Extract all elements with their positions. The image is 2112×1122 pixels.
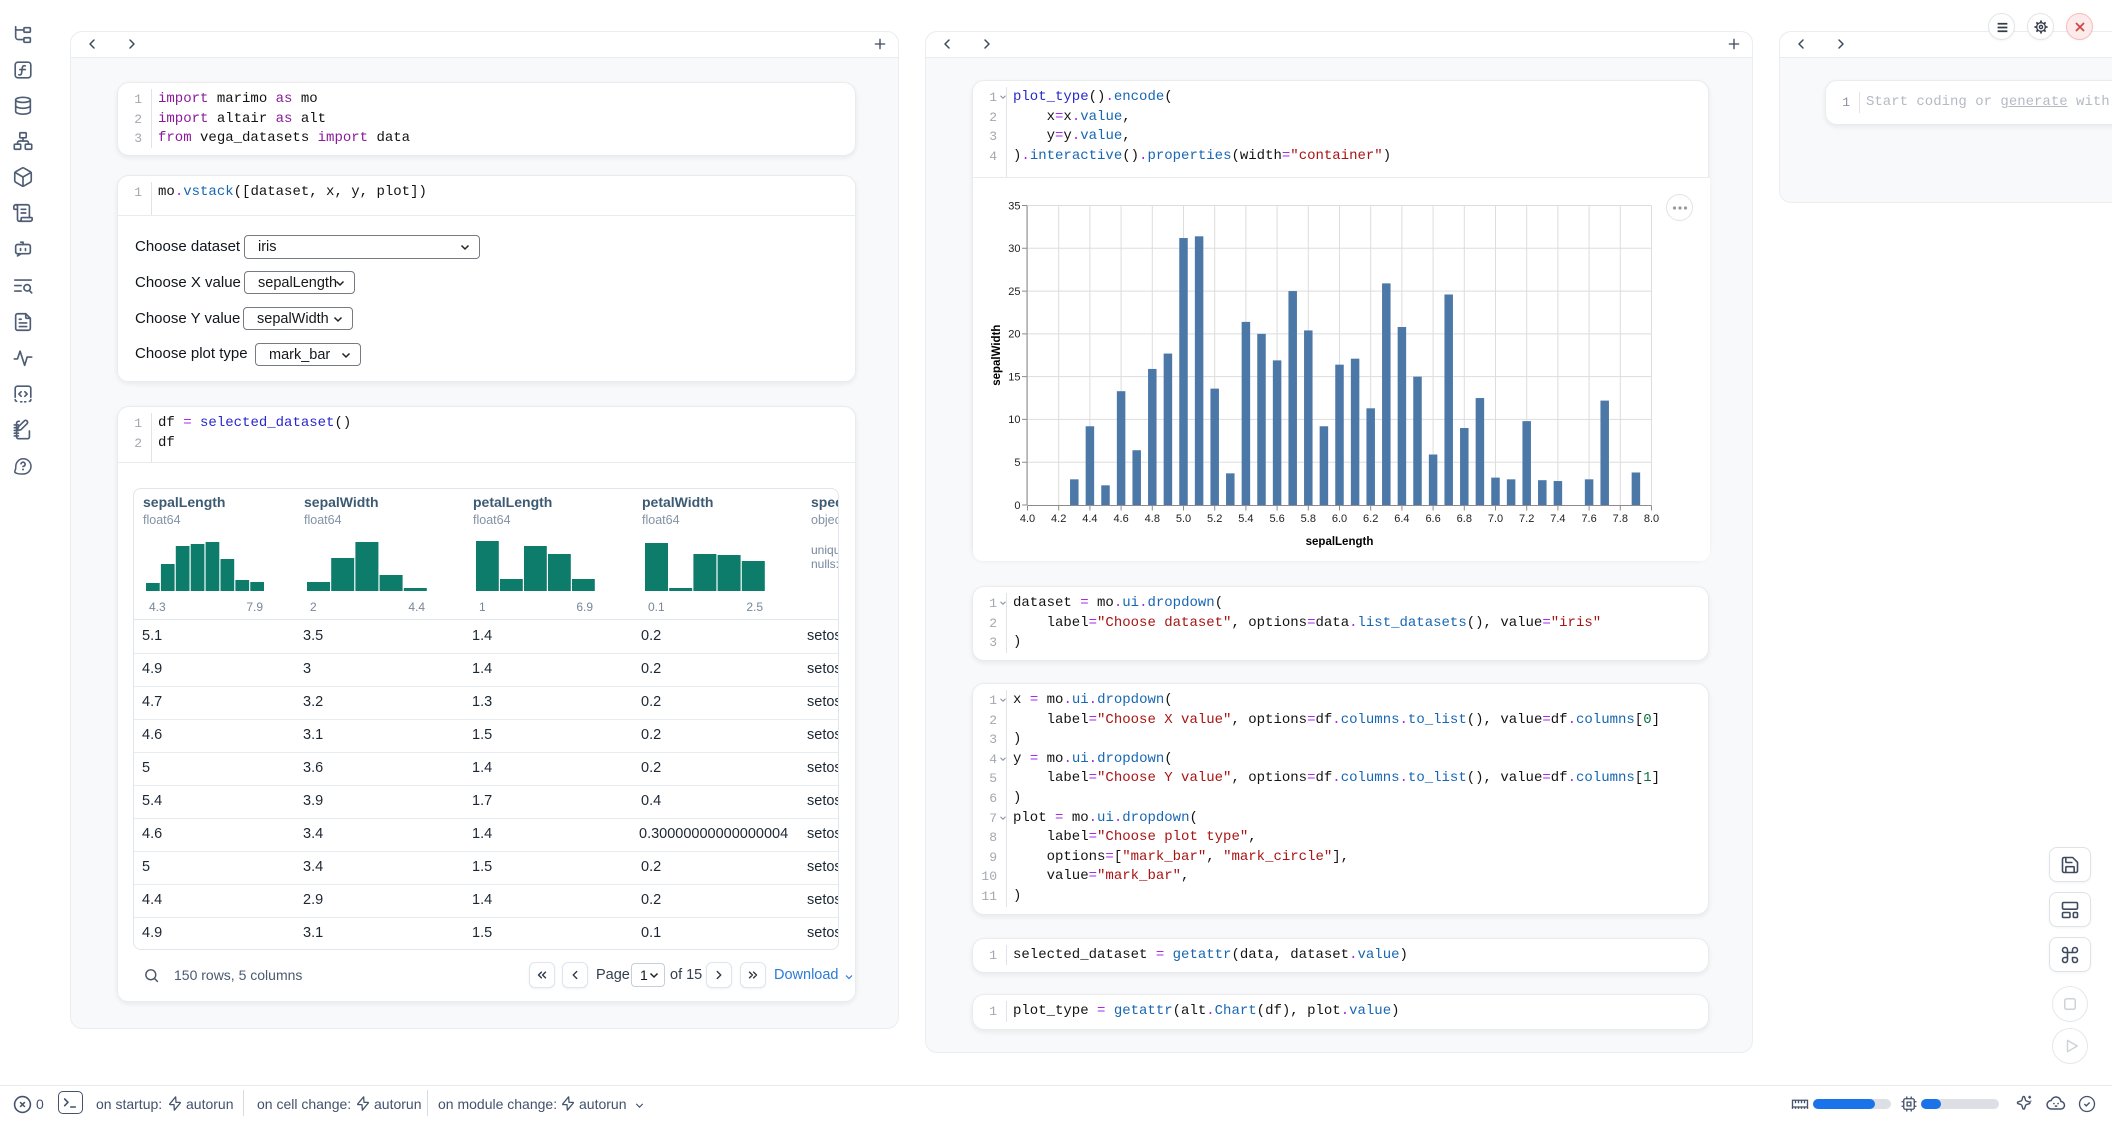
svg-text:10: 10 (1008, 414, 1020, 426)
svg-text:5.6: 5.6 (1269, 513, 1284, 525)
svg-text:7.4: 7.4 (1550, 513, 1565, 525)
svg-text:0: 0 (1014, 500, 1020, 512)
svg-text:25: 25 (1008, 286, 1020, 298)
svg-text:5.2: 5.2 (1207, 513, 1222, 525)
svg-text:7.8: 7.8 (1613, 513, 1628, 525)
svg-text:15: 15 (1008, 371, 1020, 383)
svg-text:6.2: 6.2 (1363, 513, 1378, 525)
svg-text:7.6: 7.6 (1581, 513, 1596, 525)
svg-text:6.4: 6.4 (1394, 513, 1409, 525)
svg-text:20: 20 (1008, 329, 1020, 341)
svg-text:5: 5 (1014, 457, 1020, 469)
svg-text:4.6: 4.6 (1113, 513, 1128, 525)
svg-text:6.8: 6.8 (1457, 513, 1472, 525)
svg-text:7.2: 7.2 (1519, 513, 1534, 525)
svg-text:6.6: 6.6 (1425, 513, 1440, 525)
svg-text:30: 30 (1008, 243, 1020, 255)
svg-text:7.0: 7.0 (1488, 513, 1503, 525)
svg-text:sepalLength: sepalLength (1306, 536, 1374, 548)
svg-text:sepalWidth: sepalWidth (991, 325, 1003, 386)
svg-text:6.0: 6.0 (1332, 513, 1347, 525)
svg-text:8.0: 8.0 (1644, 513, 1659, 525)
svg-text:4.8: 4.8 (1145, 513, 1160, 525)
svg-text:4.2: 4.2 (1051, 513, 1066, 525)
svg-text:4.0: 4.0 (1020, 513, 1035, 525)
svg-text:5.4: 5.4 (1238, 513, 1253, 525)
svg-text:35: 35 (1008, 200, 1020, 212)
svg-text:4.4: 4.4 (1082, 513, 1097, 525)
svg-text:5.8: 5.8 (1301, 513, 1316, 525)
svg-text:5.0: 5.0 (1176, 513, 1191, 525)
